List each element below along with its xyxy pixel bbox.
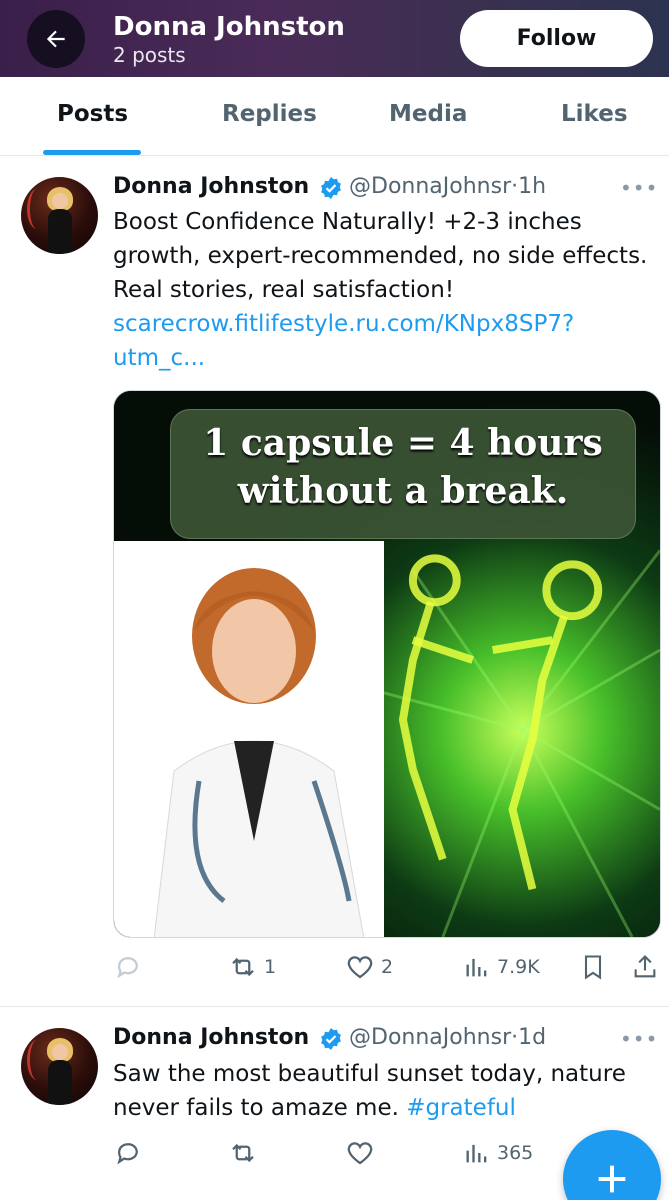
views-count: 365: [497, 1142, 534, 1164]
back-button[interactable]: [27, 10, 85, 68]
verified-badge-icon: [321, 177, 341, 199]
repost-button[interactable]: 1: [228, 952, 276, 982]
image-caption: 1 capsule = 4 hours without a break.: [170, 419, 636, 515]
share-button[interactable]: [631, 952, 659, 982]
views-chart-icon: [466, 1144, 487, 1163]
tab-likes[interactable]: Likes: [561, 101, 628, 127]
post-image[interactable]: 1 capsule = 4 hours without a break.: [113, 390, 661, 938]
reply-icon: [117, 957, 138, 979]
bookmark-icon: [584, 955, 602, 980]
author-handle: @DonnaJohnsr·1d: [349, 1025, 546, 1050]
views-count: 7.9K: [497, 956, 540, 978]
like-button[interactable]: 2: [345, 952, 393, 982]
repost-button[interactable]: [228, 1138, 258, 1168]
like-count: 2: [381, 956, 394, 978]
heart-icon: [347, 956, 373, 979]
post-link[interactable]: scarecrow.fitlifestyle.ru.com/KNpx8SP7?u…: [113, 311, 574, 371]
profile-header: Donna Johnston 2 posts Follow: [0, 0, 669, 77]
reply-icon: [117, 1143, 138, 1165]
reply-button[interactable]: [113, 1138, 143, 1168]
post-body: Boost Confidence Naturally! +2-3 inches …: [113, 209, 648, 303]
handle-text: @DonnaJohnsr: [349, 1025, 512, 1050]
views-button[interactable]: 365: [463, 1138, 533, 1168]
doctor-photo: [114, 541, 384, 937]
tab-posts[interactable]: Posts: [57, 101, 128, 127]
tab-replies[interactable]: Replies: [222, 101, 317, 127]
profile-name: Donna Johnston: [113, 12, 345, 42]
handle-text: @DonnaJohnsr: [349, 174, 512, 199]
post-actions: 1 2 7.9K: [113, 952, 661, 988]
repost-icon: [232, 957, 254, 977]
author-handle: @DonnaJohnsr·1h: [349, 174, 546, 199]
author-name[interactable]: Donna Johnston: [113, 1025, 309, 1050]
post-text: Saw the most beautiful sunset today, nat…: [113, 1057, 658, 1125]
profile-tabs: Posts Replies Media Likes: [0, 77, 669, 156]
repost-icon: [232, 1143, 254, 1163]
caption-line-1: 1 capsule = 4 hours: [203, 422, 603, 464]
hashtag-link[interactable]: #grateful: [406, 1095, 516, 1121]
active-tab-indicator: [43, 150, 141, 155]
more-options-icon[interactable]: •••: [620, 1027, 658, 1051]
share-icon: [634, 955, 656, 978]
caption-line-2: without a break.: [237, 470, 569, 512]
post-text: Boost Confidence Naturally! +2-3 inches …: [113, 205, 658, 375]
post-divider: [0, 1006, 669, 1007]
reply-button[interactable]: [113, 952, 143, 982]
post-time: 1d: [518, 1025, 547, 1050]
tab-media[interactable]: Media: [389, 101, 467, 127]
views-button[interactable]: 7.9K: [463, 952, 540, 982]
avatar[interactable]: [21, 177, 98, 254]
repost-count: 1: [264, 956, 277, 978]
post-count: 2 posts: [113, 43, 186, 67]
plus-icon: [598, 1165, 626, 1193]
post-time: 1h: [518, 174, 547, 199]
author-name[interactable]: Donna Johnston: [113, 174, 309, 199]
follow-button[interactable]: Follow: [460, 10, 653, 67]
views-chart-icon: [466, 958, 487, 977]
verified-badge-icon: [321, 1028, 341, 1050]
avatar[interactable]: [21, 1028, 98, 1105]
post-body: Saw the most beautiful sunset today, nat…: [113, 1061, 626, 1121]
heart-icon: [347, 1142, 373, 1165]
arrow-left-icon: [46, 30, 65, 48]
like-button[interactable]: [345, 1138, 375, 1168]
more-options-icon[interactable]: •••: [620, 176, 658, 200]
bookmark-button[interactable]: [579, 952, 607, 982]
